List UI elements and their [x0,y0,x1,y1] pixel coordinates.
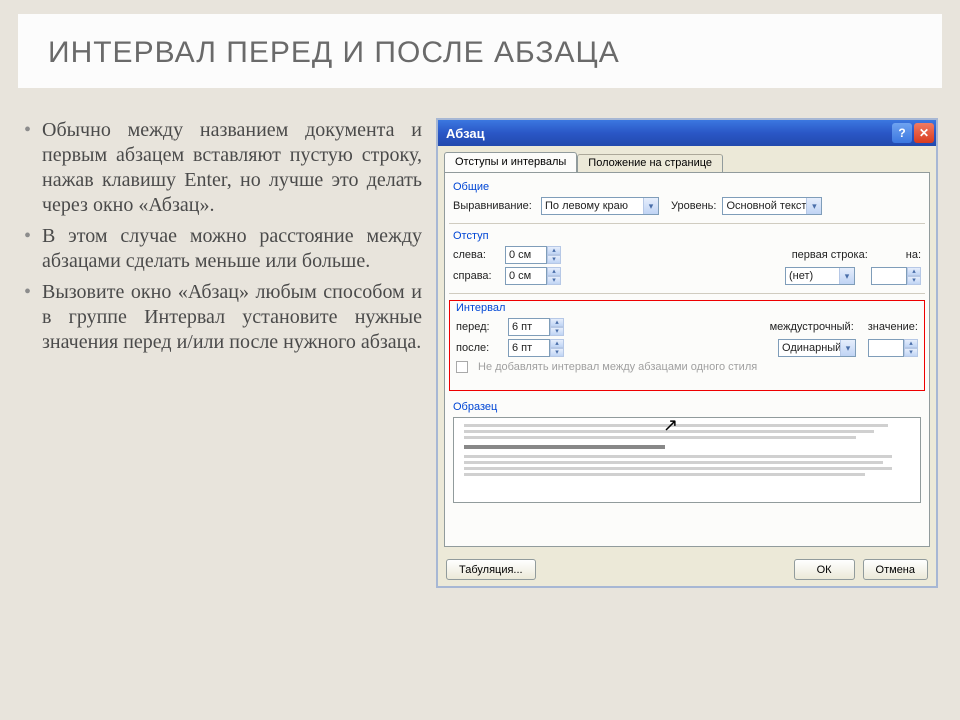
dialog-title: Абзац [446,126,890,141]
dialog-titlebar[interactable]: Абзац ? ✕ [438,120,936,146]
section-general: Общие [453,181,921,193]
cancel-button[interactable]: Отмена [863,559,928,580]
firstline-select[interactable]: (нет) [785,267,855,285]
label-alignment: Выравнивание: [453,200,535,212]
label-left: слева: [453,249,499,261]
tabs-button[interactable]: Табуляция... [446,559,536,580]
label-linespacing: междустрочный: [770,321,854,333]
label-nospace: Не добавлять интервал между абзацами одн… [478,361,757,373]
alignment-select[interactable]: По левому краю [541,197,659,215]
bullet-list: Обычно между названием документа и первы… [22,118,422,588]
spacing-after-spinner[interactable]: 6 пт▴▾ [508,339,564,357]
label-right: справа: [453,270,499,282]
bullet-item: Вызовите окно «Абзац» любым способом и в… [22,280,422,355]
section-preview: Образец [453,401,921,413]
spacing-before-spinner[interactable]: 6 пт▴▾ [508,318,564,336]
nospace-checkbox[interactable] [456,361,468,373]
linespacing-value-spinner[interactable]: ▴▾ [868,339,918,357]
section-spacing: Интервал [456,302,918,314]
label-level: Уровень: [671,200,716,212]
tab-indents-spacing[interactable]: Отступы и интервалы [444,152,577,172]
slide-title: ИНТЕРВАЛ ПЕРЕД И ПОСЛЕ АБЗАЦА [18,14,942,88]
bullet-item: Обычно между названием документа и первы… [22,118,422,218]
preview-box [453,417,921,503]
label-firstline: первая строка: [792,249,868,261]
firstline-by-spinner[interactable]: ▴▾ [871,267,921,285]
indent-left-spinner[interactable]: 0 см▴▾ [505,246,561,264]
linespacing-select[interactable]: Одинарный [778,339,856,357]
indent-right-spinner[interactable]: 0 см▴▾ [505,267,561,285]
spacing-highlight-box: Интервал перед: 6 пт▴▾ междустрочный: зн… [449,300,925,391]
close-button[interactable]: ✕ [914,123,934,143]
label-by: на: [906,249,921,261]
tab-page-position[interactable]: Положение на странице [577,154,723,172]
label-before: перед: [456,321,502,333]
section-indent: Отступ [453,230,921,242]
dialog-screenshot: Абзац ? ✕ Отступы и интервалы Положение … [436,118,938,588]
bullet-item: В этом случае можно расстояние между абз… [22,224,422,274]
label-value: значение: [868,321,918,333]
ok-button[interactable]: ОК [794,559,855,580]
level-select[interactable]: Основной текст [722,197,822,215]
help-button[interactable]: ? [892,123,912,143]
label-after: после: [456,342,502,354]
